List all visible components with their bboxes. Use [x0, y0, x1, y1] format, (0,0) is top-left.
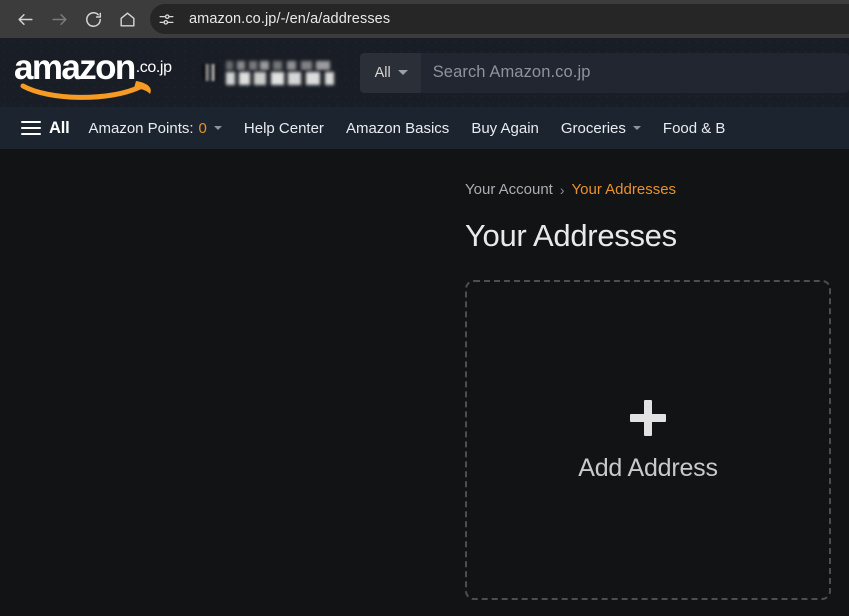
- nav-item-buy-again[interactable]: Buy Again: [460, 114, 550, 143]
- nav-item-help-center[interactable]: Help Center: [233, 114, 335, 143]
- nav-item-label: Buy Again: [471, 119, 539, 137]
- reload-button[interactable]: [76, 2, 110, 36]
- url-text: amazon.co.jp/-/en/a/addresses: [189, 11, 391, 27]
- location-pin-icon: [201, 64, 219, 81]
- back-arrow-icon: [17, 13, 33, 25]
- search-category-label: All: [374, 64, 391, 81]
- reload-icon: [85, 11, 101, 27]
- add-address-card[interactable]: Add Address: [465, 280, 831, 600]
- breadcrumb: Your Account › Your Addresses: [465, 149, 849, 198]
- amazon-smile-icon: [20, 81, 151, 100]
- nav-item-groceries[interactable]: Groceries: [550, 114, 652, 143]
- breadcrumb-separator-icon: ›: [559, 181, 565, 198]
- address-bar[interactable]: amazon.co.jp/-/en/a/addresses: [150, 4, 849, 34]
- breadcrumb-your-account[interactable]: Your Account: [465, 181, 553, 198]
- chevron-down-icon: [213, 126, 222, 130]
- amazon-header: amazon .co.jp All Search Amazon.co.jp: [0, 38, 849, 107]
- breadcrumb-your-addresses: Your Addresses: [571, 181, 677, 198]
- nav-item-label: Food & B: [662, 119, 726, 137]
- search-input[interactable]: Search Amazon.co.jp: [420, 52, 849, 93]
- back-button[interactable]: [8, 2, 42, 36]
- nav-all-label: All: [49, 118, 70, 137]
- site-settings-sliders-icon: [158, 13, 174, 25]
- page-title: Your Addresses: [465, 218, 677, 253]
- amazon-logo[interactable]: amazon .co.jp: [14, 50, 172, 100]
- nav-item-amazon-basics[interactable]: Amazon Basics: [335, 114, 460, 143]
- address-cards-row: Add Address: [465, 280, 849, 600]
- nav-item-label: Help Center: [243, 119, 324, 137]
- home-icon: [119, 11, 135, 27]
- delivery-location-line2: [225, 71, 334, 85]
- nav-all-menu-button[interactable]: All: [16, 114, 77, 143]
- add-address-label: Add Address: [578, 453, 718, 482]
- search-bar: All Search Amazon.co.jp: [359, 52, 849, 93]
- site-settings-button[interactable]: [152, 5, 180, 33]
- nav-item-amazon-points[interactable]: Amazon Points: 0: [77, 114, 232, 143]
- page-content: Your Account › Your Addresses Your Addre…: [0, 149, 849, 616]
- amazon-points-value: 0: [198, 119, 207, 137]
- forward-arrow-icon: [51, 13, 67, 25]
- delivery-location-button[interactable]: [201, 60, 334, 85]
- browser-toolbar: amazon.co.jp/-/en/a/addresses: [0, 0, 849, 38]
- hamburger-menu-icon: [21, 120, 41, 136]
- delivery-location-line1: [225, 60, 330, 70]
- nav-item-label: Groceries: [560, 119, 626, 137]
- nav-item-label: Amazon Basics: [345, 119, 450, 137]
- nav-item-label: Amazon Points:: [88, 119, 194, 137]
- nav-item-food-and-beverage[interactable]: Food & B: [652, 114, 737, 143]
- search-category-dropdown[interactable]: All: [359, 52, 421, 93]
- home-button[interactable]: [110, 2, 144, 36]
- amazon-nav-bar: All Amazon Points: 0 Help Center Amazon …: [0, 107, 849, 149]
- forward-button[interactable]: [42, 2, 76, 36]
- plus-icon: [628, 398, 668, 438]
- chevron-down-icon: [632, 126, 641, 130]
- search-placeholder: Search Amazon.co.jp: [432, 63, 591, 81]
- chevron-down-icon: [397, 70, 408, 75]
- delivery-location-redacted-text: [225, 60, 334, 85]
